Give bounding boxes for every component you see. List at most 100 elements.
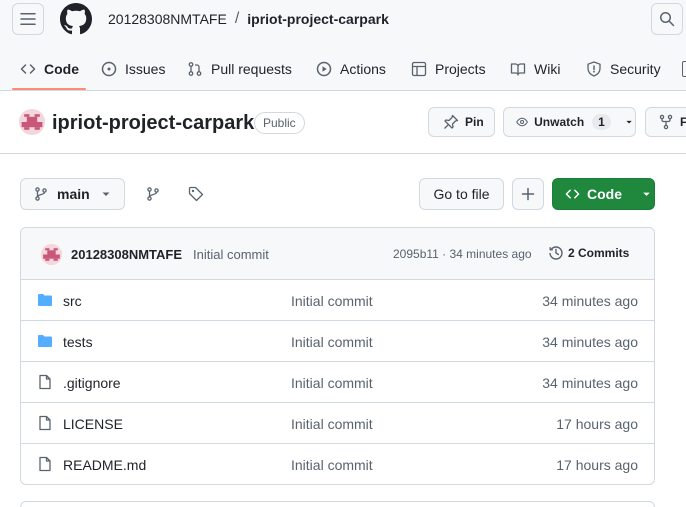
fork-label: F: [680, 115, 686, 129]
go-to-file-button[interactable]: Go to file: [419, 178, 504, 210]
book-icon: [510, 63, 526, 76]
commit-author[interactable]: 20128308NMTAFE: [71, 247, 182, 262]
branch-selector[interactable]: main: [20, 178, 125, 210]
tab-label: Wiki: [534, 61, 561, 77]
table-row[interactable]: README.md Initial commit 17 hours ago: [21, 444, 654, 484]
tab-label: Issues: [125, 61, 166, 77]
file-name[interactable]: tests: [63, 334, 93, 350]
triangle-down-icon: [102, 192, 110, 196]
file-time: 34 minutes ago: [542, 375, 638, 391]
unwatch-button[interactable]: Unwatch 1: [503, 107, 636, 137]
tab-projects[interactable]: Projects: [411, 48, 486, 90]
hamburger-icon: [20, 13, 36, 25]
search-icon: [660, 12, 675, 27]
menu-button[interactable]: [12, 3, 44, 35]
repo-forked-icon: [659, 114, 673, 130]
triangle-down-icon: [643, 192, 650, 196]
triangle-down-icon: [626, 120, 632, 124]
tab-pull-requests[interactable]: Pull requests: [187, 48, 292, 90]
table-row[interactable]: .gitignore Initial commit 34 minutes ago: [21, 362, 654, 403]
code-button-label: Code: [587, 186, 622, 202]
file-time: 17 hours ago: [556, 416, 638, 432]
plus-icon: [521, 187, 535, 201]
table-row[interactable]: tests Initial commit 34 minutes ago: [21, 321, 654, 362]
file-icon: [39, 456, 51, 472]
tab-issues[interactable]: Issues: [101, 48, 165, 90]
code-icon: [20, 64, 36, 74]
folder-icon: [38, 335, 52, 347]
file-name[interactable]: .gitignore: [63, 375, 121, 391]
identicon-icon: [41, 244, 62, 265]
file-time: 34 minutes ago: [542, 293, 638, 309]
table-icon: [411, 61, 427, 77]
tags-button[interactable]: [188, 186, 204, 202]
git-branch-icon: [147, 187, 159, 201]
watch-counter: 1: [592, 114, 611, 130]
tab-security[interactable]: Security: [586, 48, 661, 90]
fork-button[interactable]: F: [645, 107, 686, 137]
branch-name: main: [57, 186, 90, 202]
file-name[interactable]: README.md: [63, 457, 146, 473]
folder-icon: [38, 294, 52, 306]
repo-name[interactable]: ipriot-project-carpark: [52, 112, 254, 135]
tab-actions[interactable]: Actions: [316, 48, 386, 90]
file-icon: [39, 374, 51, 390]
author-avatar[interactable]: [41, 244, 62, 265]
tab-code[interactable]: Code: [20, 48, 79, 90]
pin-icon: [444, 114, 459, 129]
add-file-button[interactable]: [512, 178, 544, 210]
commit-meta[interactable]: 2095b11 · 34 minutes ago: [393, 247, 532, 261]
issue-opened-icon: [101, 61, 117, 77]
search-button[interactable]: [651, 3, 683, 35]
repo-header: 20128308NMTAFE / ipriot-project-carpark …: [0, 0, 686, 91]
file-table: 20128308NMTAFE Initial commit 2095b11 · …: [20, 227, 655, 485]
visibility-badge: Public: [254, 112, 305, 134]
play-icon: [316, 61, 332, 77]
file-commit-message[interactable]: Initial commit: [291, 416, 373, 432]
commit-message[interactable]: Initial commit: [193, 247, 269, 262]
pin-label: Pin: [465, 115, 484, 129]
shield-icon: [587, 61, 601, 77]
tab-label: Pull requests: [211, 61, 292, 77]
file-name[interactable]: src: [63, 293, 82, 309]
file-name[interactable]: LICENSE: [63, 416, 123, 432]
pin-button[interactable]: Pin: [428, 107, 495, 137]
commits-link[interactable]: 2 Commits: [548, 245, 629, 261]
tab-label: Projects: [435, 61, 486, 77]
file-time: 17 hours ago: [556, 457, 638, 473]
file-icon: [39, 415, 51, 431]
breadcrumb-separator: /: [234, 10, 240, 27]
tab-label: Actions: [340, 61, 386, 77]
git-branch-icon: [35, 187, 47, 201]
tab-label: Code: [44, 61, 79, 77]
table-row[interactable]: LICENSE Initial commit 17 hours ago: [21, 403, 654, 444]
branches-button[interactable]: [145, 186, 161, 202]
file-commit-message[interactable]: Initial commit: [291, 375, 373, 391]
eye-icon: [516, 117, 528, 127]
code-dropdown-button[interactable]: Code: [552, 178, 655, 210]
breadcrumb-owner-link[interactable]: 20128308NMTAFE: [108, 11, 227, 27]
tab-label: Security: [610, 61, 661, 77]
code-icon: [565, 189, 580, 199]
unwatch-label: Unwatch: [534, 115, 585, 129]
more-tabs-icon[interactable]: [682, 61, 686, 77]
breadcrumb-repo-link[interactable]: ipriot-project-carpark: [247, 11, 389, 27]
github-logo-icon[interactable]: [60, 3, 92, 35]
repo-nav-tabs: Code Issues Pull requests Actions Projec…: [0, 48, 686, 91]
commits-label: 2 Commits: [568, 246, 630, 260]
tab-wiki[interactable]: Wiki: [510, 48, 560, 90]
active-tab-indicator: [12, 88, 86, 90]
owner-avatar[interactable]: [19, 109, 45, 135]
file-commit-message[interactable]: Initial commit: [291, 334, 373, 350]
table-row[interactable]: src Initial commit 34 minutes ago: [21, 280, 654, 321]
latest-commit-bar: 20128308NMTAFE Initial commit 2095b11 · …: [21, 228, 654, 280]
history-icon: [549, 246, 563, 260]
readme-panel: [20, 501, 655, 507]
identicon-icon: [19, 109, 45, 135]
file-commit-message[interactable]: Initial commit: [291, 457, 373, 473]
breadcrumb: 20128308NMTAFE / ipriot-project-carpark: [108, 10, 389, 28]
file-time: 34 minutes ago: [542, 334, 638, 350]
git-pull-request-icon: [188, 62, 202, 76]
file-commit-message[interactable]: Initial commit: [291, 293, 373, 309]
tag-icon: [188, 186, 204, 202]
